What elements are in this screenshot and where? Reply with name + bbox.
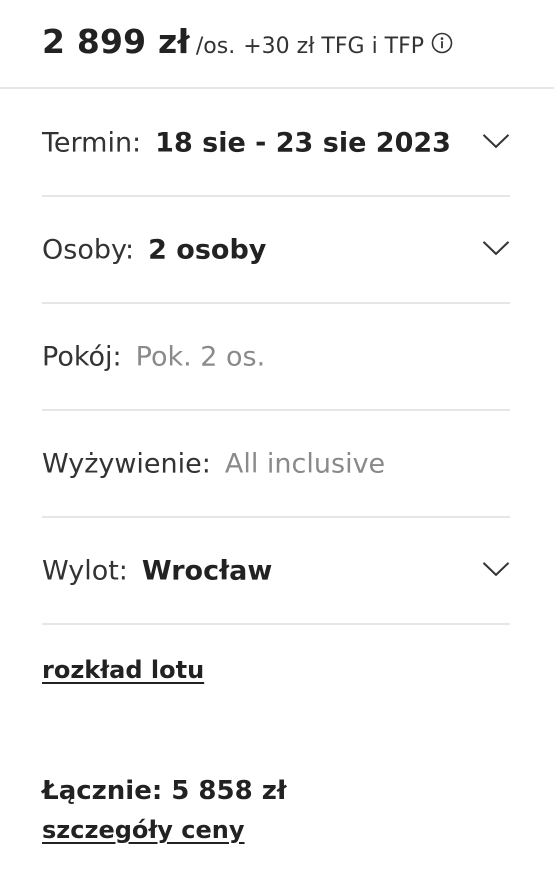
- price-details-link[interactable]: szczegóły ceny: [42, 816, 245, 844]
- departure-value: Wrocław: [141, 555, 273, 586]
- persons-label: Osoby:: [42, 234, 135, 265]
- total-price: Łącznie: 5 858 zł: [42, 776, 287, 806]
- room-info: Pokój: Pok. 2 os.: [42, 304, 510, 411]
- price-per-person: 2 899 zł: [42, 22, 190, 61]
- board-value: All inclusive: [224, 448, 386, 479]
- price-header: 2 899 zł /os. +30 zł TFG i TFP: [0, 0, 554, 89]
- room-value: Pok. 2 os.: [135, 341, 266, 372]
- departure-selector[interactable]: Wylot: Wrocław: [42, 518, 510, 625]
- price-unit: /os.: [195, 34, 236, 59]
- info-circle-icon[interactable]: [431, 32, 453, 54]
- flight-schedule-link[interactable]: rozkład lotu: [42, 656, 204, 684]
- price-extra-fees: +30 zł TFG i TFP: [243, 34, 425, 59]
- board-label: Wyżywienie:: [42, 448, 211, 479]
- departure-label: Wylot:: [42, 555, 128, 586]
- persons-selector[interactable]: Osoby: 2 osoby: [42, 197, 510, 304]
- chevron-down-icon[interactable]: [482, 561, 510, 577]
- term-label: Termin:: [42, 127, 142, 158]
- booking-options: Termin: 18 sie - 23 sie 2023 Osoby: 2 os…: [42, 90, 510, 625]
- price-line: 2 899 zł /os. +30 zł TFG i TFP: [42, 22, 453, 61]
- room-label: Pokój:: [42, 341, 122, 372]
- term-value: 18 sie - 23 sie 2023: [155, 127, 451, 158]
- chevron-down-icon[interactable]: [482, 240, 510, 256]
- chevron-down-icon[interactable]: [482, 133, 510, 149]
- persons-value: 2 osoby: [148, 234, 267, 265]
- term-selector[interactable]: Termin: 18 sie - 23 sie 2023: [42, 90, 510, 197]
- board-info: Wyżywienie: All inclusive: [42, 411, 510, 518]
